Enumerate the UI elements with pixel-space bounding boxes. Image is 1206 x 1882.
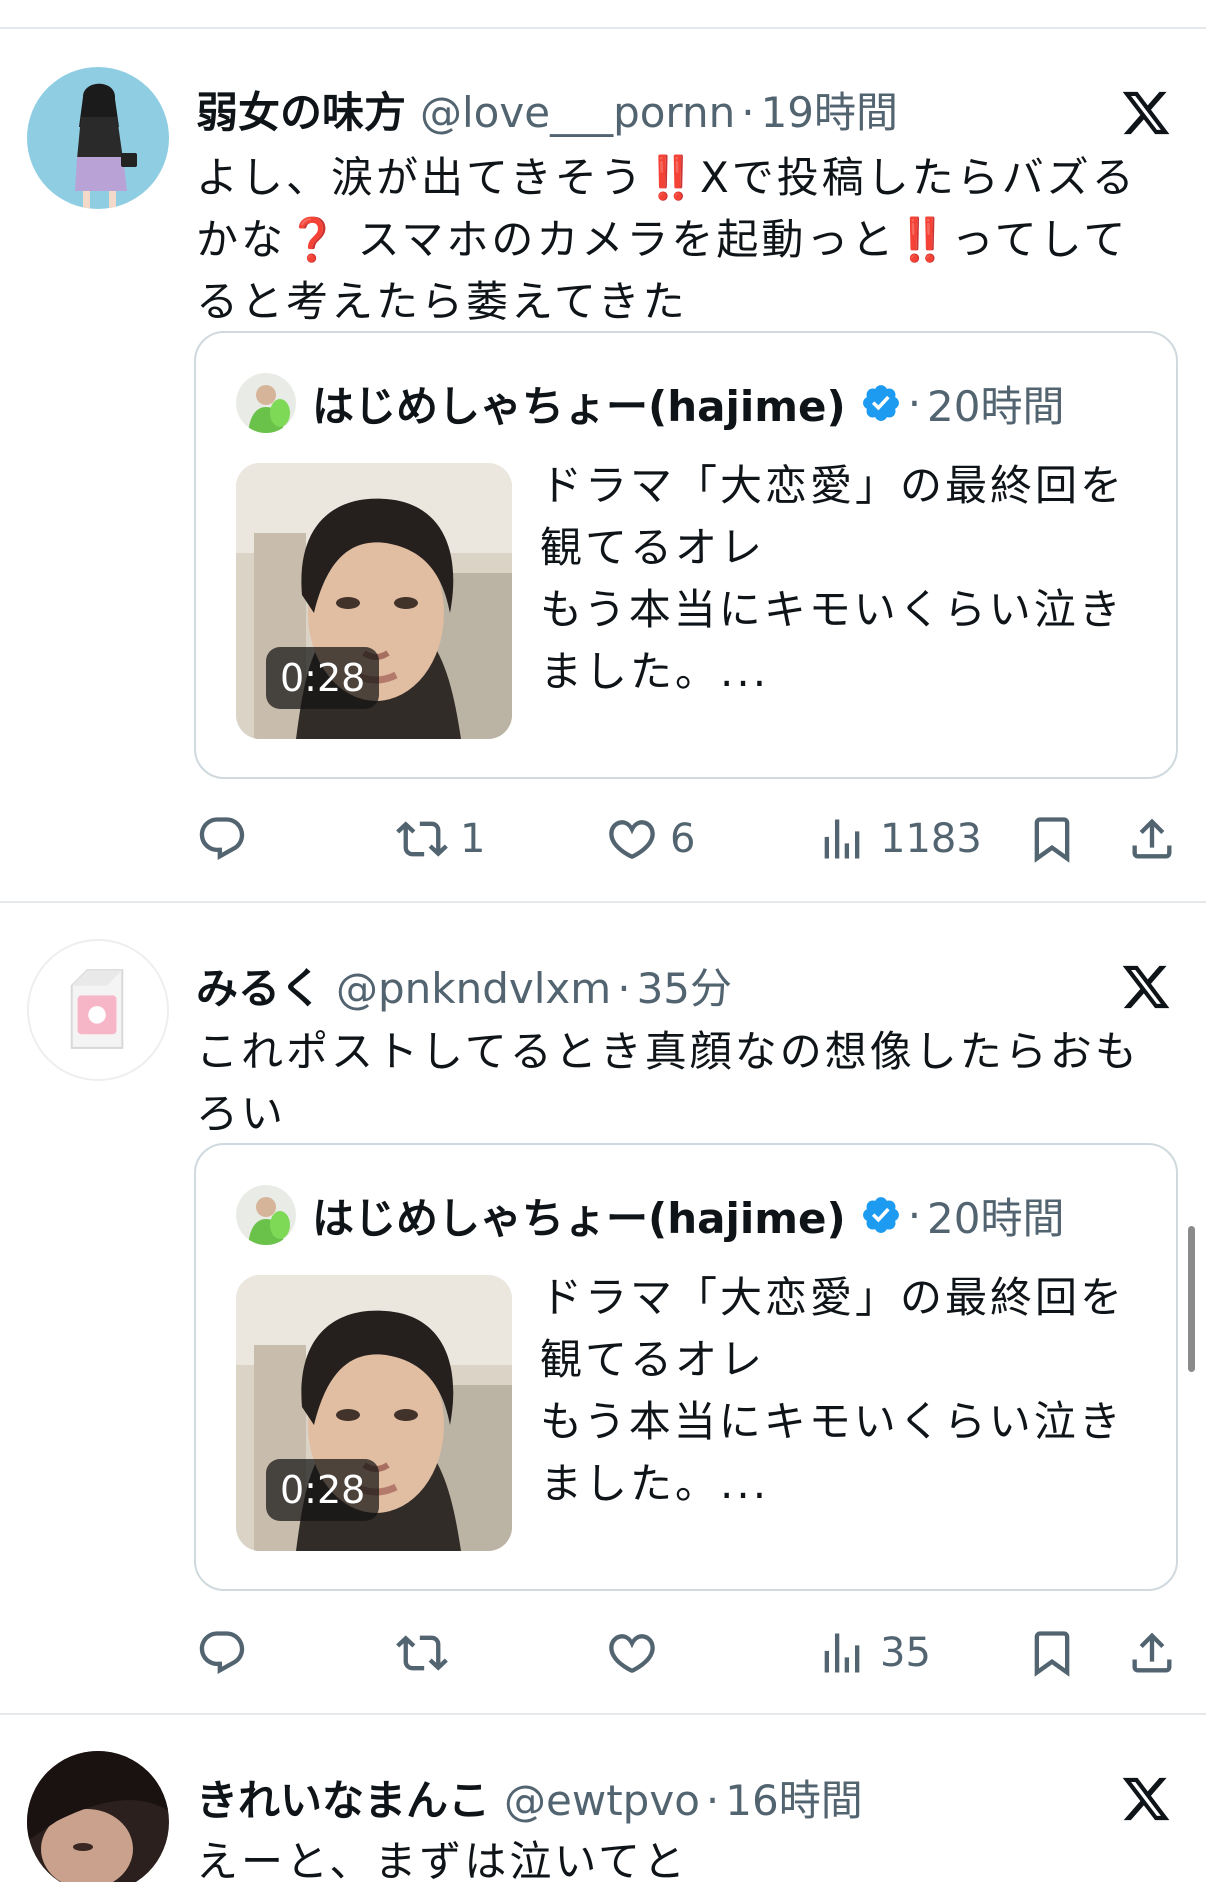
display-name[interactable]: はじめしゃちょー(hajime) (312, 373, 846, 434)
tweet-header: みるく @pnkndvlxm · 35分 (196, 959, 732, 1019)
user-handle[interactable]: @pnkndvlxm (336, 959, 611, 1019)
tweet-text: これポストしてるとき真顔なの想像したらおもろい (196, 1027, 1140, 1138)
repost-button[interactable] (396, 1623, 460, 1683)
share-button[interactable] (1126, 809, 1178, 869)
x-logo-icon (1120, 961, 1172, 1013)
repost-count: 1 (460, 816, 486, 862)
display-name[interactable]: 弱女の味方 (196, 83, 406, 143)
bookmark-button[interactable] (1026, 809, 1078, 869)
video-thumbnail[interactable]: 0:28 (236, 1275, 512, 1551)
action-bar: 1 6 1183 (196, 809, 1186, 869)
share-button[interactable] (1126, 1623, 1178, 1683)
quote-header: はじめしゃちょー(hajime) · 20時間 (312, 371, 1065, 435)
verified-badge-icon (860, 382, 902, 424)
display-name[interactable]: きれいなまんこ (196, 1771, 490, 1831)
separator: · (741, 88, 755, 137)
video-thumbnail[interactable]: 0:28 (236, 463, 512, 739)
x-logo-icon (1120, 87, 1172, 139)
bookmark-icon (1026, 1627, 1078, 1679)
tweet-card[interactable]: きれいなまんこ @ewtpvo · 16時間 えーと、まずは泣いてと (0, 1715, 1206, 1882)
timestamp[interactable]: 16時間 (725, 1771, 862, 1831)
tweet-header: きれいなまんこ @ewtpvo · 16時間 (196, 1771, 863, 1831)
share-icon (1126, 813, 1178, 865)
timestamp[interactable]: 35分 (637, 959, 732, 1019)
verified-badge-icon (860, 1194, 902, 1236)
timestamp[interactable]: 19時間 (761, 83, 898, 143)
reply-icon (196, 1627, 248, 1679)
video-duration: 0:28 (266, 647, 380, 709)
share-icon (1126, 1627, 1178, 1679)
tweet-text: えーと、まずは泣いてと (196, 1837, 689, 1882)
separator: · (907, 378, 922, 428)
views-icon (816, 813, 868, 865)
bookmark-button[interactable] (1026, 1623, 1078, 1683)
separator: · (705, 1776, 720, 1825)
repost-button[interactable]: 1 (396, 809, 485, 869)
view-count: 35 (880, 1630, 931, 1676)
display-name[interactable]: みるく (196, 959, 322, 1019)
user-handle[interactable]: @ewtpvo (504, 1771, 700, 1831)
user-handle[interactable]: @love___pornn (420, 83, 735, 143)
heart-icon (606, 813, 658, 865)
timestamp: 20時間 (927, 381, 1065, 431)
reply-icon (196, 813, 248, 865)
quote-tweet-card[interactable]: はじめしゃちょー(hajime) · 20時間 0:28 ドラマ「大恋愛」の最終… (194, 331, 1178, 779)
view-count: 1183 (880, 816, 982, 862)
quote-text: ドラマ「大恋愛」の最終回を観てるオレ もう本当にキモいくらい泣きました。... (540, 1273, 1126, 1508)
x-logo-icon (1120, 1773, 1172, 1825)
avatar[interactable] (236, 373, 296, 433)
display-name[interactable]: はじめしゃちょー(hajime) (312, 1185, 846, 1246)
views-icon (816, 1627, 868, 1679)
quote-text: ドラマ「大恋愛」の最終回を観てるオレ もう本当にキモいくらい泣きました。... (540, 461, 1126, 696)
avatar[interactable] (27, 1751, 169, 1882)
reply-button[interactable] (196, 1623, 260, 1683)
separator: · (617, 964, 631, 1013)
views-button[interactable]: 1183 (816, 809, 982, 869)
quote-header: はじめしゃちょー(hajime) · 20時間 (312, 1183, 1065, 1247)
quote-tweet-card[interactable]: はじめしゃちょー(hajime) · 20時間 0:28 ドラマ「大恋愛」の最終… (194, 1143, 1178, 1591)
action-bar: 35 (196, 1623, 1186, 1683)
avatar[interactable] (27, 939, 169, 1081)
reply-button[interactable] (196, 809, 260, 869)
repost-icon (396, 1627, 448, 1679)
tweet-card[interactable]: 弱女の味方 @love___pornn · 19時間 よし、涙が出てきそう‼️X… (0, 29, 1206, 901)
video-duration: 0:28 (266, 1459, 380, 1521)
repost-icon (396, 813, 448, 865)
timeline-feed: 弱女の味方 @love___pornn · 19時間 よし、涙が出てきそう‼️X… (0, 0, 1206, 1882)
scrollbar[interactable] (1188, 1226, 1195, 1372)
avatar[interactable] (27, 67, 169, 209)
tweet-header: 弱女の味方 @love___pornn · 19時間 (196, 83, 898, 143)
tweet-text: よし、涙が出てきそう‼️Xで投稿したらバズるかな❓ スマホのカメラを起動っと‼️… (196, 153, 1137, 326)
timestamp: 20時間 (927, 1193, 1065, 1243)
like-button[interactable]: 6 (606, 809, 695, 869)
like-count: 6 (670, 816, 696, 862)
avatar[interactable] (236, 1185, 296, 1245)
separator: · (907, 1190, 922, 1240)
like-button[interactable] (606, 1623, 670, 1683)
views-button[interactable]: 35 (816, 1623, 931, 1683)
tweet-card[interactable]: みるく @pnkndvlxm · 35分 これポストしてるとき真顔なの想像したら… (0, 903, 1206, 1713)
heart-icon (606, 1627, 658, 1679)
bookmark-icon (1026, 813, 1078, 865)
